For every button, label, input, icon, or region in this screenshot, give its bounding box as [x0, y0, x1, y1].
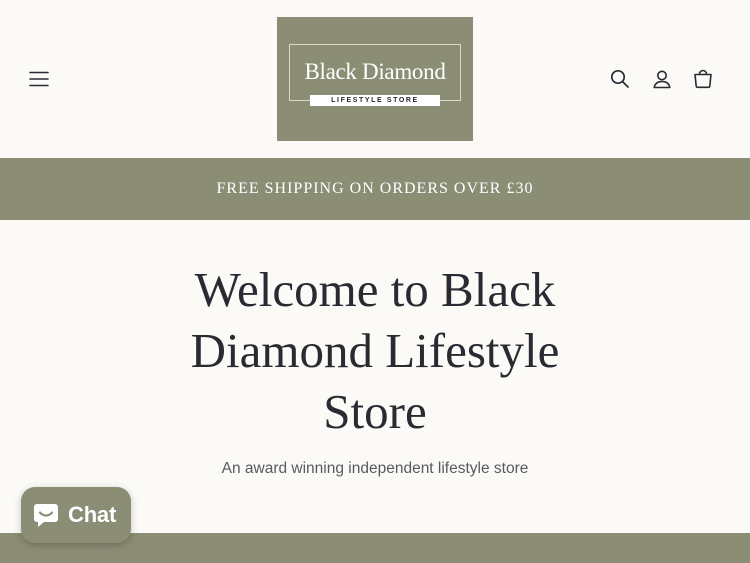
chat-button[interactable]: Chat	[21, 487, 131, 543]
logo-tagline: LIFESTYLE STORE	[310, 95, 440, 106]
hero-title: Welcome to Black Diamond Lifestyle Store	[190, 262, 560, 439]
account-icon	[653, 70, 671, 89]
account-button[interactable]	[645, 62, 679, 96]
menu-button[interactable]	[22, 62, 56, 96]
chat-label: Chat	[68, 502, 117, 527]
hero-subtitle: An award winning independent lifestyle s…	[221, 460, 529, 477]
hamburger-menu-icon	[29, 71, 49, 87]
logo-name: Black Diamond	[304, 59, 446, 84]
search-button[interactable]	[603, 62, 637, 96]
logo-link[interactable]: Black Diamond LIFESTYLE STORE	[277, 17, 473, 141]
announcement-text: FREE SHIPPING ON ORDERS OVER £30	[216, 180, 534, 197]
cart-icon	[694, 69, 712, 89]
chat-bubble-icon	[34, 504, 58, 527]
logo: Black Diamond LIFESTYLE STORE	[277, 17, 473, 141]
search-icon	[610, 69, 629, 88]
cart-button[interactable]	[686, 62, 720, 96]
announcement-bar: FREE SHIPPING ON ORDERS OVER £30	[0, 158, 750, 220]
site-header: Black Diamond LIFESTYLE STORE	[0, 0, 750, 158]
